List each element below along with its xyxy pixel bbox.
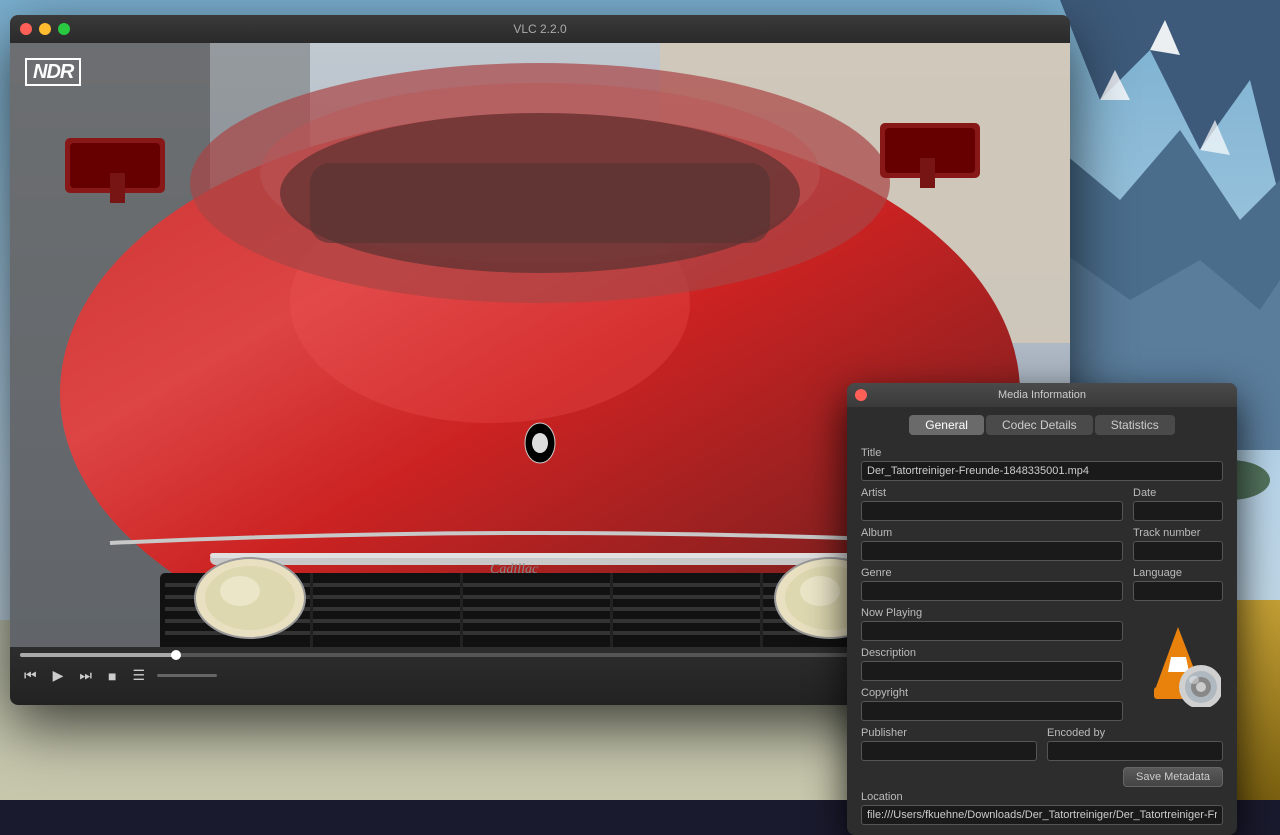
copyright-input[interactable] [861,701,1123,721]
artist-date-row: Artist Date [861,487,1223,521]
artist-label: Artist [861,487,1123,499]
location-label: Location [861,791,1223,803]
vlc-logo [1136,622,1221,707]
svg-text:Cadillac: Cadillac [490,562,539,577]
vlc-logo-container [1133,607,1223,721]
rewind-button[interactable]: ⏮ [20,665,41,686]
track-number-field-col: Track number [1133,527,1223,561]
save-metadata-button[interactable]: Save Metadata [1123,767,1223,787]
dialog-close-button[interactable] [855,389,867,401]
title-input[interactable] [861,461,1223,481]
language-input[interactable] [1133,581,1223,601]
publisher-encoded-row: Publisher Encoded by [861,727,1223,761]
dialog-titlebar: Media Information [847,383,1237,407]
album-field-col: Album [861,527,1123,561]
tab-codec-details[interactable]: Codec Details [986,415,1093,435]
dialog-tabs: General Codec Details Statistics [847,407,1237,441]
artist-field-col: Artist [861,487,1123,521]
playlist-button[interactable]: ☰ [128,665,149,686]
track-number-label: Track number [1133,527,1223,539]
progress-fill [20,653,176,657]
title-label: Title [861,447,1223,459]
album-label: Album [861,527,1123,539]
location-field-group: Location [861,791,1223,825]
language-label: Language [1133,567,1223,579]
encoded-by-field-col: Encoded by [1047,727,1223,761]
media-info-dialog: Media Information General Codec Details … [847,383,1237,835]
now-playing-label: Now Playing [861,607,1123,619]
window-title: VLC 2.2.0 [513,22,566,36]
track-number-input[interactable] [1133,541,1223,561]
fast-forward-button[interactable]: ⏭ [75,665,96,686]
artist-input[interactable] [861,501,1123,521]
publisher-label: Publisher [861,727,1037,739]
language-field-col: Language [1133,567,1223,601]
now-playing-input[interactable] [861,621,1123,641]
description-input[interactable] [861,661,1123,681]
description-label: Description [861,647,1123,659]
genre-label: Genre [861,567,1123,579]
location-input[interactable] [861,805,1223,825]
encoded-by-input[interactable] [1047,741,1223,761]
volume-slider[interactable] [157,674,217,677]
stop-button[interactable]: ■ [104,666,120,686]
dialog-body: Title Artist Date Album Track number [847,441,1237,835]
maximize-button[interactable] [58,23,70,35]
minimize-button[interactable] [39,23,51,35]
genre-language-row: Genre Language [861,567,1223,601]
title-field-group: Title [861,447,1223,481]
date-input[interactable] [1133,501,1223,521]
titlebar-buttons [20,23,70,35]
encoded-by-label: Encoded by [1047,727,1223,739]
genre-input[interactable] [861,581,1123,601]
publisher-field-col: Publisher [861,727,1037,761]
progress-knob[interactable] [171,650,181,660]
album-input[interactable] [861,541,1123,561]
copyright-label: Copyright [861,687,1123,699]
ndr-logo: NDR [25,58,81,86]
album-track-row: Album Track number [861,527,1223,561]
dialog-title: Media Information [998,389,1086,401]
publisher-input[interactable] [861,741,1037,761]
tab-statistics[interactable]: Statistics [1095,415,1175,435]
tab-general[interactable]: General [909,415,984,435]
save-btn-container: Save Metadata [861,767,1223,787]
close-button[interactable] [20,23,32,35]
now-playing-section: Now Playing Description Copyright [861,607,1123,721]
description-field-group: Description [861,647,1123,681]
play-button[interactable]: ▶ [49,665,68,686]
vlc-titlebar: VLC 2.2.0 [10,15,1070,43]
genre-field-col: Genre [861,567,1123,601]
copyright-field-group: Copyright [861,687,1123,721]
date-field-col: Date [1133,487,1223,521]
date-label: Date [1133,487,1223,499]
